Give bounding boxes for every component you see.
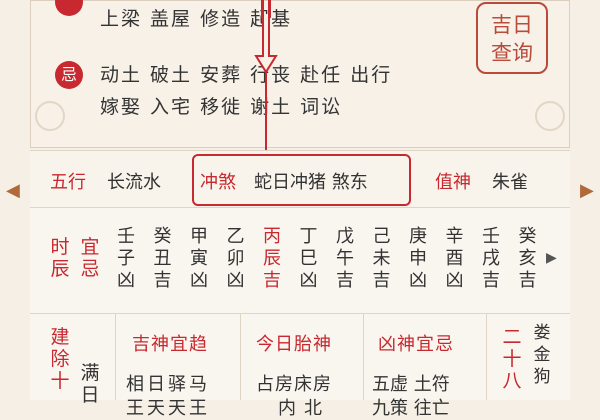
taishen-header: 今日胎神 (256, 334, 332, 355)
hour-column[interactable]: 壬戌吉 (481, 226, 501, 292)
hour-branch: 寅 (190, 248, 208, 269)
jishen-row1: 相日驿马 (126, 374, 210, 395)
jianchu-column: 建 除 十 (50, 326, 70, 392)
hour-branch: 亥 (518, 248, 537, 269)
divider (486, 314, 487, 400)
hour-luck: 凶 (409, 270, 427, 291)
hour-branch: 辰 (263, 248, 281, 269)
hour-column[interactable]: 丁巳凶 (299, 226, 319, 292)
ji-items-line2: 嫁娶 入宅 移徙 谢土 词讼 (100, 96, 343, 118)
ji-badge: 忌 (55, 61, 83, 89)
query-button-line2: 查询 (491, 41, 533, 65)
hour-luck: 凶 (117, 270, 135, 291)
hour-branch: 午 (336, 248, 354, 269)
hour-stem: 壬 (482, 226, 500, 247)
hour-column[interactable]: 辛酉凶 (445, 226, 465, 292)
xiongshen-row2: 九策 往亡 (372, 398, 450, 419)
hour-stem: 丁 (299, 226, 318, 247)
hour-stem: 癸 (518, 226, 537, 247)
hour-stem: 戊 (336, 226, 354, 247)
prev-day-arrow-icon[interactable]: ◀ (6, 180, 20, 201)
hour-column[interactable]: 甲寅凶 (189, 226, 209, 292)
hour-stem: 乙 (226, 226, 245, 247)
hour-column[interactable]: 癸丑吉 (153, 226, 173, 292)
query-button-line1: 吉日 (491, 13, 533, 37)
jishen-header: 吉神宜趋 (132, 334, 208, 355)
zhishen-value: 朱雀 (492, 172, 528, 193)
xiongshen-header: 凶神宜忌 (378, 334, 454, 355)
hour-luck: 吉 (336, 270, 354, 291)
jishen-row2: 王天天王 (126, 398, 210, 419)
divider (363, 314, 364, 400)
hour-stem: 庚 (409, 226, 427, 247)
hour-column[interactable]: 戊午吉 (335, 226, 355, 292)
hour-branch: 卯 (226, 248, 245, 269)
hour-stem: 壬 (117, 226, 135, 247)
xiu-column: 二 十 八 (502, 326, 522, 392)
hour-column[interactable]: 癸亥吉 (518, 226, 538, 292)
hour-luck: 吉 (482, 270, 500, 291)
taishen-row2: 内北 (278, 398, 330, 419)
hour-column[interactable]: 壬子凶 (116, 226, 136, 292)
taishen-row1: 占房床房 (256, 374, 332, 395)
hour-luck: 凶 (190, 270, 208, 291)
xiu-detail-column: 娄 金 狗 (533, 323, 551, 387)
zhishen-label: 值神 (435, 172, 471, 193)
divider (115, 314, 116, 400)
chongsha-label: 冲煞 (200, 172, 236, 193)
hour-stem: 辛 (445, 226, 464, 247)
hour-luck: 吉 (372, 270, 391, 291)
hour-branch: 子 (117, 248, 135, 269)
hour-luck: 吉 (263, 270, 281, 291)
hour-luck: 凶 (226, 270, 245, 291)
chongsha-value: 蛇日冲猪 煞东 (254, 172, 368, 193)
hour-column[interactable]: 己未吉 (372, 226, 392, 292)
hour-stem: 癸 (153, 226, 172, 247)
man-ri-column: 满 日 (80, 362, 100, 406)
hour-column[interactable]: 丙辰吉 (262, 226, 282, 292)
annotation-arrow-icon (254, 14, 278, 154)
hour-branch: 未 (372, 248, 391, 269)
hours-yi-ji-label: 宜 忌 (80, 236, 100, 280)
hour-branch: 酉 (445, 248, 464, 269)
auspicious-day-query-button[interactable]: 吉日 查询 (476, 2, 548, 74)
wuxing-label: 五行 (50, 172, 86, 193)
hour-luck: 吉 (518, 270, 537, 291)
hour-branch: 巳 (299, 248, 318, 269)
next-day-arrow-icon[interactable]: ▶ (580, 180, 594, 201)
hour-column[interactable]: 乙卯凶 (226, 226, 246, 292)
hour-branch: 丑 (153, 248, 172, 269)
hour-column[interactable]: 庚申凶 (408, 226, 428, 292)
hour-luck: 凶 (299, 270, 318, 291)
hour-stem: 甲 (190, 226, 208, 247)
wuxing-value: 长流水 (107, 172, 161, 193)
hour-stem: 己 (372, 226, 391, 247)
divider (240, 314, 241, 400)
hour-branch: 戌 (482, 248, 500, 269)
xiongshen-row1: 五虚 土符 (372, 374, 450, 395)
hours-next-icon[interactable]: ▶ (546, 250, 557, 266)
decorative-corner (535, 101, 565, 131)
hour-luck: 吉 (153, 270, 172, 291)
decorative-corner (35, 101, 65, 131)
hours-label: 时 辰 (50, 236, 70, 280)
hour-branch: 申 (409, 248, 427, 269)
hour-stem: 丙 (263, 226, 281, 247)
ji-items-line1: 动土 破土 安葬 行丧 赴任 出行 (100, 64, 393, 86)
hour-luck: 凶 (445, 270, 464, 291)
